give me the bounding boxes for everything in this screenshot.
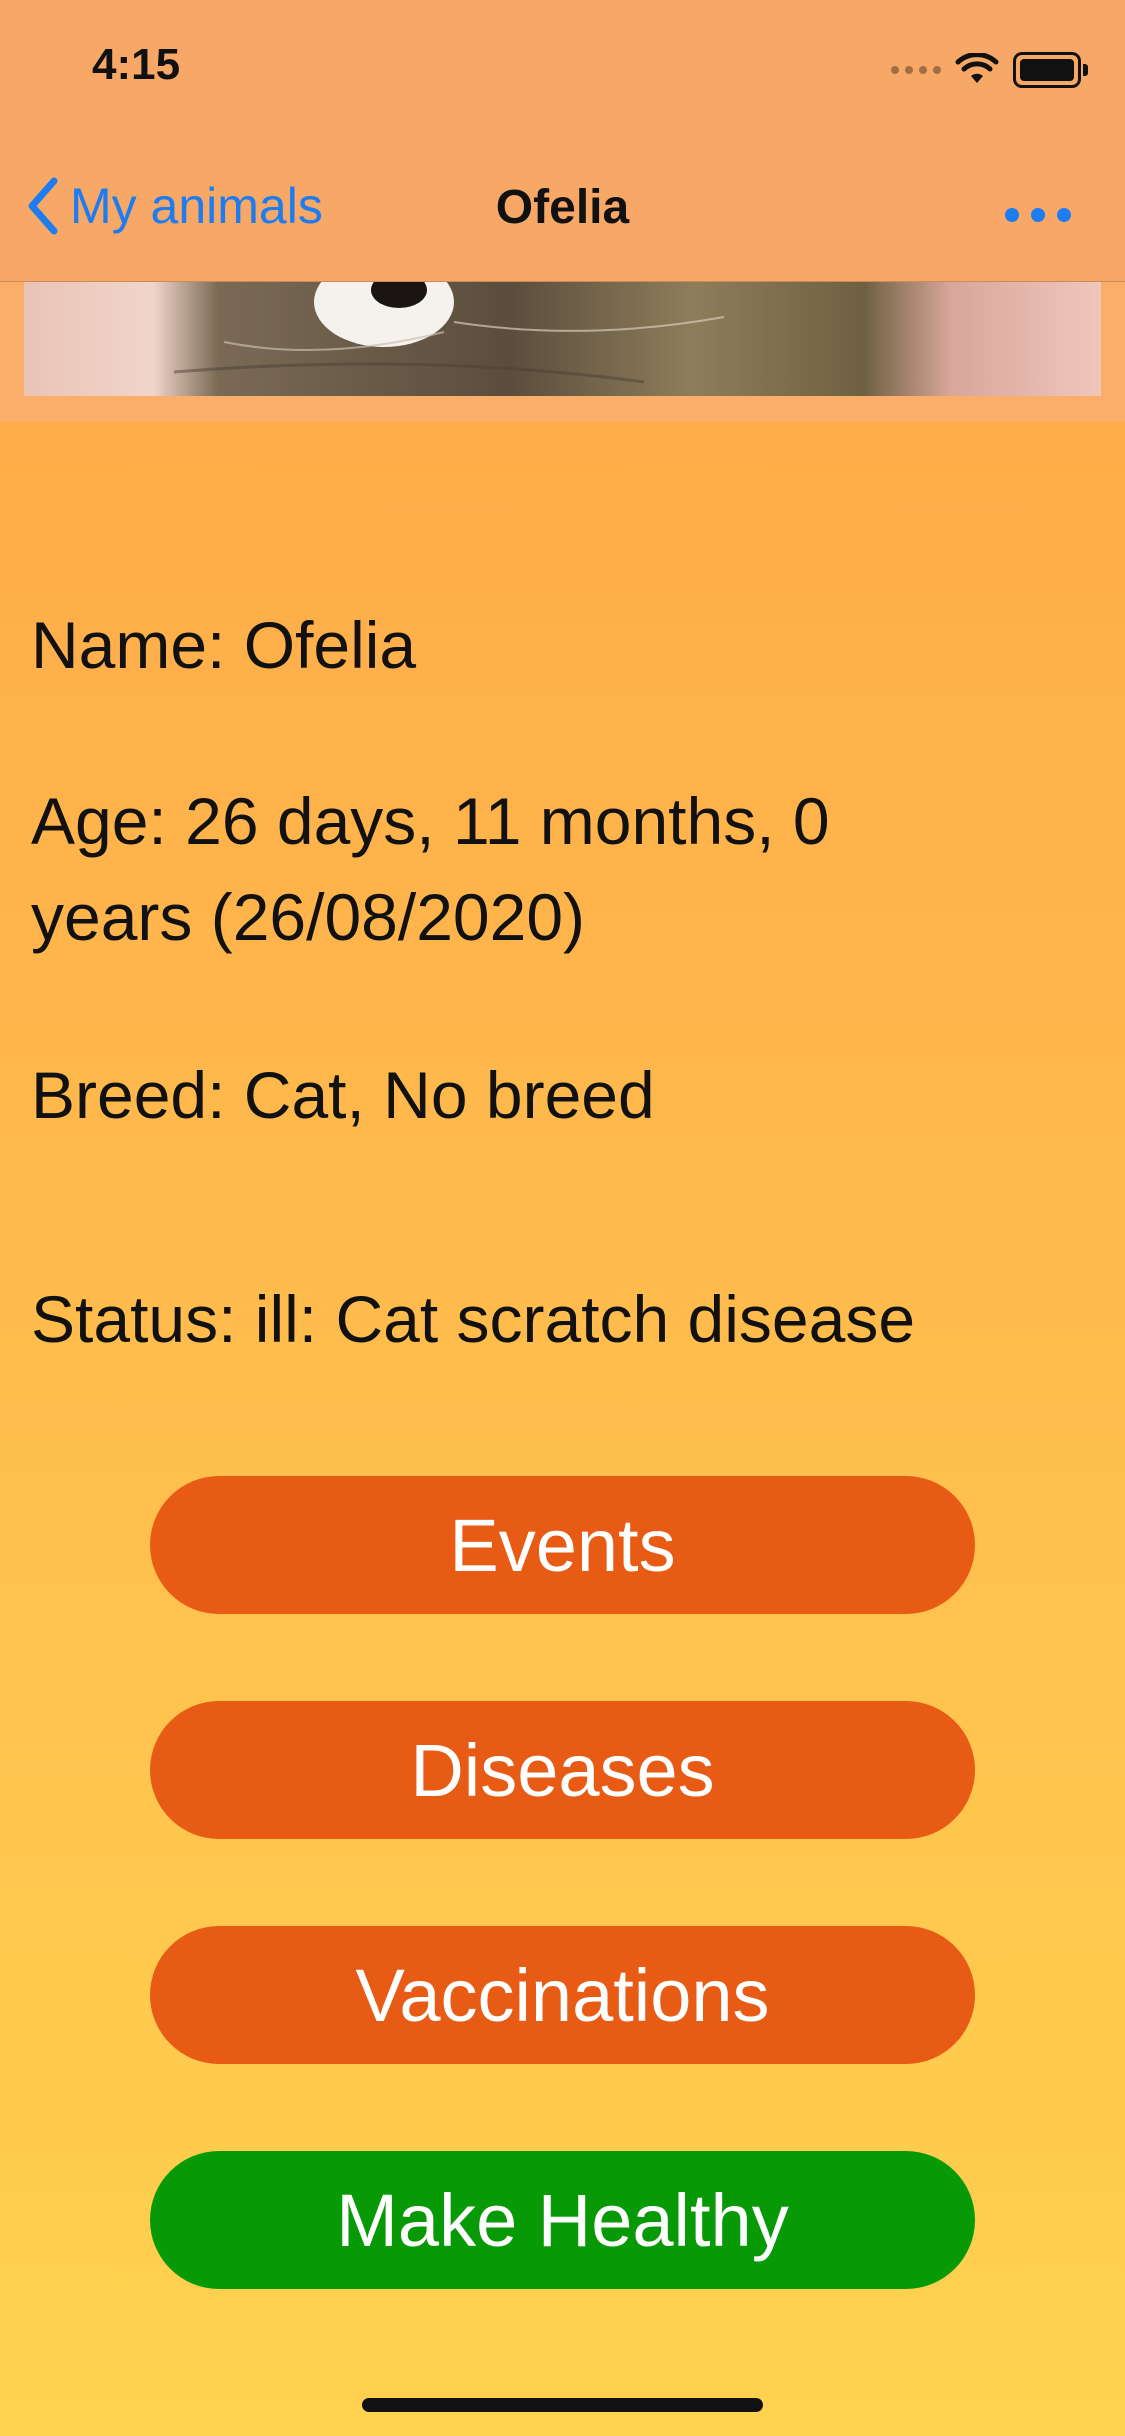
page-title: Ofelia <box>495 181 630 234</box>
diseases-button[interactable]: Diseases <box>150 1701 975 1839</box>
age-text-line2: years (26/08/2020) <box>31 880 586 954</box>
age-text-line1: Age: 26 days, 11 months, 0 <box>31 784 830 858</box>
signal-icon <box>891 66 941 74</box>
events-button[interactable]: Events <box>150 1476 975 1614</box>
more-button[interactable] <box>1005 208 1071 222</box>
ellipsis-icon <box>1005 208 1019 222</box>
name-text: Name: Ofelia <box>31 608 417 682</box>
battery-icon <box>1013 52 1088 88</box>
home-indicator[interactable] <box>362 2398 763 2412</box>
vaccinations-button[interactable]: Vaccinations <box>150 1926 975 2064</box>
make-healthy-button[interactable]: Make Healthy <box>150 2151 975 2289</box>
status-text: Status: ill: Cat scratch disease <box>31 1282 916 1356</box>
breed-text: Breed: Cat, No breed <box>31 1058 655 1132</box>
pet-photo <box>24 282 1101 396</box>
status-icons <box>891 48 1088 92</box>
wifi-icon <box>955 53 999 83</box>
status-time: 4:15 <box>92 40 181 89</box>
